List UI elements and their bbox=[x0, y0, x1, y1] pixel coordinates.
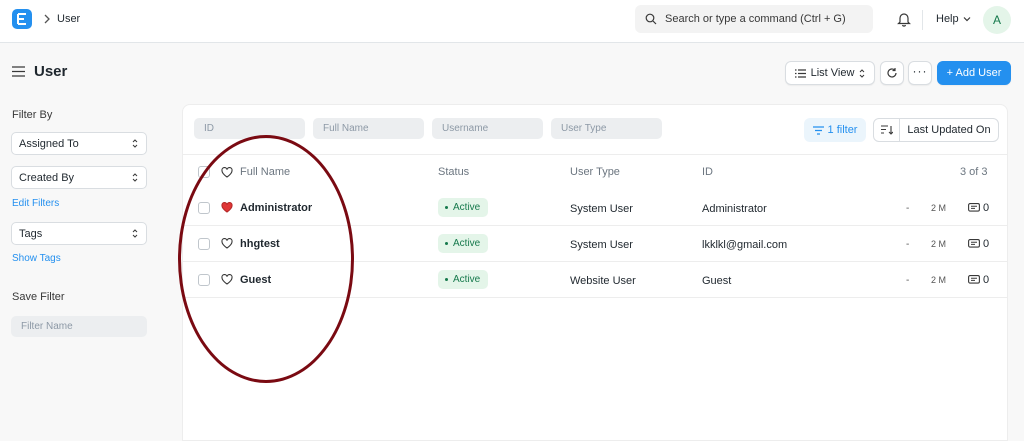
row-comment-count: 0 bbox=[983, 238, 990, 250]
sidebar-toggle-icon[interactable] bbox=[12, 66, 25, 80]
row-modified: 2 M bbox=[931, 275, 947, 285]
tags-label: Tags bbox=[19, 227, 43, 240]
heart-icon[interactable] bbox=[221, 274, 233, 288]
assigned-to-label: Assigned To bbox=[19, 137, 79, 150]
breadcrumb-user[interactable]: User bbox=[57, 13, 80, 25]
sort-descending-icon bbox=[880, 125, 893, 135]
help-dropdown[interactable]: Help bbox=[936, 13, 971, 25]
username-filter-input[interactable]: Username bbox=[432, 118, 543, 139]
row-user-type: System User bbox=[570, 203, 633, 215]
comment-icon[interactable] bbox=[968, 203, 980, 217]
refresh-button[interactable] bbox=[880, 61, 904, 85]
row-id: Administrator bbox=[702, 203, 767, 215]
select-all-checkbox[interactable] bbox=[198, 166, 210, 178]
row-dash: - bbox=[906, 239, 910, 250]
add-user-button[interactable]: + Add User bbox=[937, 61, 1011, 85]
ellipsis-icon: ··· bbox=[912, 64, 928, 78]
table-row[interactable]: Guest Active Website User Guest - 2 M 0 bbox=[183, 262, 1007, 298]
column-user-type[interactable]: User Type bbox=[570, 166, 620, 178]
comment-icon[interactable] bbox=[968, 275, 980, 289]
heart-icon[interactable] bbox=[221, 238, 233, 252]
column-status[interactable]: Status bbox=[438, 166, 469, 178]
search-placeholder: Search or type a command (Ctrl + G) bbox=[665, 13, 846, 25]
navbar-divider bbox=[922, 10, 923, 30]
filter-by-label: Filter By bbox=[12, 109, 53, 121]
filter-name-input[interactable]: Filter Name bbox=[11, 316, 147, 337]
row-full-name[interactable]: hhgtest bbox=[240, 238, 280, 250]
row-checkbox[interactable] bbox=[198, 238, 210, 250]
row-modified: 2 M bbox=[931, 203, 947, 213]
id-filter-input[interactable]: ID bbox=[194, 118, 305, 139]
chevron-right-icon bbox=[42, 12, 52, 29]
row-modified: 2 M bbox=[931, 239, 947, 249]
table-row[interactable]: Administrator Active System User Adminis… bbox=[183, 190, 1007, 226]
assigned-to-select[interactable]: Assigned To bbox=[11, 132, 147, 155]
header-divider bbox=[183, 154, 1007, 155]
row-id: lkklkl@gmail.com bbox=[702, 239, 788, 251]
tags-select[interactable]: Tags bbox=[11, 222, 147, 245]
avatar[interactable]: A bbox=[983, 6, 1011, 34]
search-input[interactable]: Search or type a command (Ctrl + G) bbox=[635, 5, 873, 33]
sort-arrows-icon bbox=[132, 139, 138, 148]
row-dash: - bbox=[906, 203, 910, 214]
heart-icon[interactable] bbox=[221, 167, 233, 181]
page-title: User bbox=[34, 63, 68, 80]
row-dash: - bbox=[906, 275, 910, 286]
list-icon bbox=[794, 68, 806, 78]
status-badge: Active bbox=[438, 270, 489, 289]
sort-arrows-icon bbox=[132, 173, 138, 182]
status-label: Active bbox=[453, 274, 481, 285]
list-view-button[interactable]: List View bbox=[785, 61, 875, 85]
status-badge: Active bbox=[438, 198, 489, 217]
status-dot bbox=[445, 278, 448, 281]
heart-filled-icon[interactable] bbox=[221, 202, 233, 216]
status-label: Active bbox=[453, 202, 481, 213]
sort-control: Last Updated On bbox=[873, 118, 999, 142]
row-id: Guest bbox=[702, 275, 732, 287]
record-count: 3 of 3 bbox=[960, 166, 988, 178]
list-view-label: List View bbox=[810, 67, 855, 79]
refresh-icon bbox=[887, 68, 897, 78]
filter-icon bbox=[812, 125, 824, 135]
more-actions-button[interactable]: ··· bbox=[908, 61, 932, 85]
status-dot bbox=[445, 242, 448, 245]
edit-filters-link[interactable]: Edit Filters bbox=[12, 198, 59, 209]
navbar: User Search or type a command (Ctrl + G)… bbox=[0, 0, 1024, 43]
created-by-label: Created By bbox=[19, 171, 75, 184]
show-tags-link[interactable]: Show Tags bbox=[12, 253, 61, 264]
column-full-name[interactable]: Full Name bbox=[240, 166, 290, 178]
created-by-select[interactable]: Created By bbox=[11, 166, 147, 189]
row-comment-count: 0 bbox=[983, 274, 990, 286]
full-name-filter-input[interactable]: Full Name bbox=[313, 118, 424, 139]
sort-arrows-icon bbox=[860, 68, 865, 78]
row-full-name[interactable]: Administrator bbox=[240, 202, 312, 214]
sort-by-button[interactable]: Last Updated On bbox=[900, 124, 998, 136]
search-icon bbox=[645, 13, 657, 25]
save-filter-label: Save Filter bbox=[12, 291, 65, 303]
column-id[interactable]: ID bbox=[702, 166, 713, 178]
row-checkbox[interactable] bbox=[198, 202, 210, 214]
table-row[interactable]: hhgtest Active System User lkklkl@gmail.… bbox=[183, 226, 1007, 262]
help-label: Help bbox=[936, 13, 959, 25]
bell-icon[interactable] bbox=[897, 11, 911, 30]
row-comment-count: 0 bbox=[983, 202, 990, 214]
filter-count-label: 1 filter bbox=[827, 124, 858, 136]
filter-button[interactable]: 1 filter bbox=[804, 118, 866, 142]
row-checkbox[interactable] bbox=[198, 274, 210, 286]
status-label: Active bbox=[453, 238, 481, 249]
sort-arrows-icon bbox=[132, 229, 138, 238]
user-type-filter-input[interactable]: User Type bbox=[551, 118, 662, 139]
comment-icon[interactable] bbox=[968, 239, 980, 253]
status-badge: Active bbox=[438, 234, 489, 253]
chevron-down-icon bbox=[963, 17, 971, 22]
row-user-type: Website User bbox=[570, 275, 636, 287]
status-dot bbox=[445, 206, 448, 209]
row-user-type: System User bbox=[570, 239, 633, 251]
sort-order-button[interactable] bbox=[874, 119, 900, 141]
row-full-name[interactable]: Guest bbox=[240, 274, 271, 286]
app-logo-icon[interactable] bbox=[12, 9, 32, 29]
